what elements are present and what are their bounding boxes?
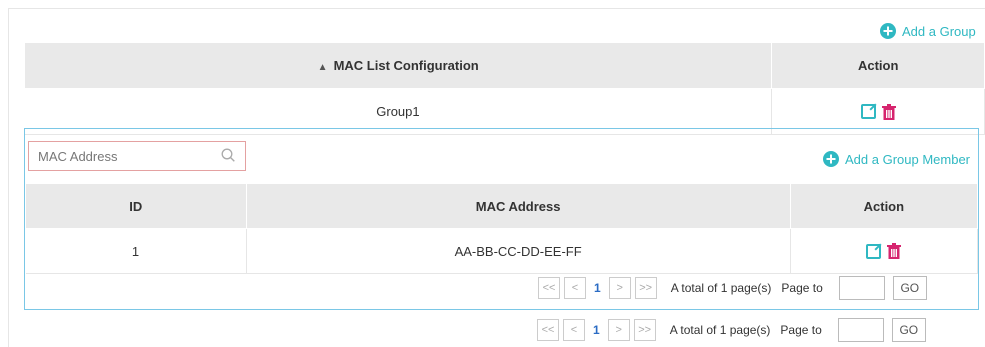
member-table-header: ID MAC Address Action (25, 183, 979, 229)
go-button[interactable]: GO (892, 276, 927, 300)
add-group-member-button[interactable]: Add a Group Member (823, 151, 970, 167)
current-page[interactable]: 1 (590, 281, 605, 295)
trash-icon[interactable] (881, 103, 896, 120)
page-to-input[interactable] (837, 318, 884, 342)
edit-icon[interactable] (860, 104, 876, 119)
member-table: ID MAC Address Action 1 AA-BB-CC-DD-EE-F… (25, 183, 979, 274)
add-group-button[interactable]: Add a Group (880, 23, 976, 39)
page-total-text: A total of 1 page(s) (670, 281, 772, 295)
edit-icon[interactable] (866, 243, 882, 259)
prev-page-button[interactable]: < (563, 319, 585, 341)
last-page-button[interactable]: >> (633, 319, 656, 341)
config-header-label: MAC List Configuration (333, 58, 479, 73)
last-page-button[interactable]: >> (634, 277, 657, 299)
next-page-button[interactable]: > (608, 277, 631, 299)
next-page-button[interactable]: > (607, 319, 630, 341)
sort-icon[interactable]: ▲︎ (318, 62, 328, 73)
member-pagination: << < 1 > >> A total of 1 page(s) Page to… (538, 276, 927, 300)
first-page-button[interactable]: << (538, 277, 560, 299)
page-to-input[interactable] (838, 276, 885, 300)
config-column-header[interactable]: ▲︎ MAC List Configuration (23, 42, 773, 89)
search-input[interactable] (29, 142, 220, 170)
go-button[interactable]: GO (891, 318, 926, 342)
current-page[interactable]: 1 (589, 323, 604, 337)
group-member-panel: Add a Group Member ID MAC Address Action… (24, 128, 979, 310)
member-action-column-header: Action (789, 183, 979, 229)
member-action-cell (790, 228, 979, 274)
table-row[interactable]: 1 AA-BB-CC-DD-EE-FF (25, 228, 979, 274)
group-pagination: << < 1 > >> A total of 1 page(s) Page to… (537, 318, 926, 342)
add-member-label: Add a Group Member (845, 151, 971, 167)
member-id-cell: 1 (25, 228, 247, 274)
plus-circle-icon (823, 151, 839, 167)
page-to-label: Page to (780, 323, 822, 337)
page-to-label: Page to (781, 281, 823, 295)
trash-icon[interactable] (887, 243, 902, 259)
group-table: ▲︎ MAC List Configuration Action Group1 (23, 42, 985, 135)
mac-column-header: MAC Address (245, 183, 791, 229)
prev-page-button[interactable]: < (564, 277, 586, 299)
first-page-button[interactable]: << (537, 319, 559, 341)
search-box (28, 141, 246, 171)
group-table-header: ▲︎ MAC List Configuration Action (23, 42, 985, 89)
search-icon[interactable] (221, 148, 235, 162)
action-column-header: Action (771, 42, 985, 89)
id-column-header: ID (25, 183, 247, 229)
add-group-label: Add a Group (902, 23, 976, 39)
page-total-text: A total of 1 page(s) (669, 323, 771, 337)
member-mac-cell: AA-BB-CC-DD-EE-FF (246, 228, 791, 274)
plus-circle-icon (880, 23, 896, 39)
